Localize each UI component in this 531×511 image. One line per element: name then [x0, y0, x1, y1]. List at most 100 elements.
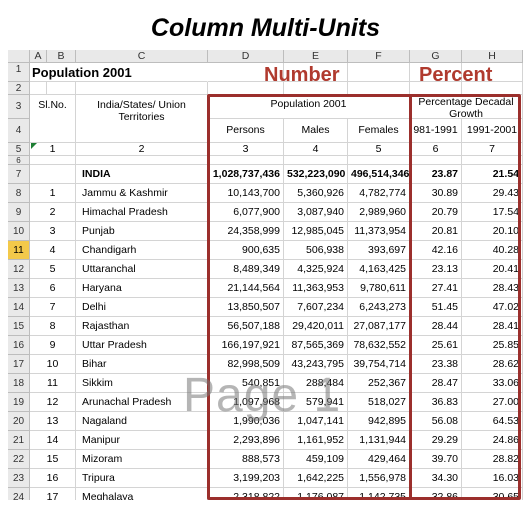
- males-cell[interactable]: 532,223,090: [284, 165, 348, 184]
- growth-1981-1991-cell[interactable]: 28.44: [410, 317, 462, 336]
- males-cell[interactable]: 29,420,011: [284, 317, 348, 336]
- row-header[interactable]: 9: [8, 203, 30, 222]
- slno-cell[interactable]: 7: [30, 298, 76, 317]
- slno-cell[interactable]: 12: [30, 393, 76, 412]
- growth-1991-2001-cell[interactable]: 64.53: [462, 412, 523, 431]
- growth-1981-1991-cell[interactable]: 23.87: [410, 165, 462, 184]
- growth-1991-2001-cell[interactable]: 16.03: [462, 469, 523, 488]
- state-name-cell[interactable]: Bihar: [76, 355, 208, 374]
- cell[interactable]: [462, 156, 523, 165]
- growth-1991-2001-cell[interactable]: 28.41: [462, 317, 523, 336]
- row-header[interactable]: 22: [8, 450, 30, 469]
- state-name-cell[interactable]: Uttaranchal: [76, 260, 208, 279]
- state-name-cell[interactable]: Jammu & Kashmir: [76, 184, 208, 203]
- state-name-cell[interactable]: Nagaland: [76, 412, 208, 431]
- spreadsheet[interactable]: A B C D E F G H 1 Population 2001 2 3 4 …: [8, 50, 523, 500]
- growth-1981-1991-cell[interactable]: 36.83: [410, 393, 462, 412]
- state-name-cell[interactable]: Haryana: [76, 279, 208, 298]
- persons-cell[interactable]: 900,635: [208, 241, 284, 260]
- persons-cell[interactable]: 1,990,036: [208, 412, 284, 431]
- persons-cell[interactable]: 1,028,737,436: [208, 165, 284, 184]
- males-cell[interactable]: 1,161,952: [284, 431, 348, 450]
- females-cell[interactable]: 39,754,714: [348, 355, 410, 374]
- males-cell[interactable]: 11,363,953: [284, 279, 348, 298]
- slno-cell[interactable]: 5: [30, 260, 76, 279]
- females-cell[interactable]: 4,782,774: [348, 184, 410, 203]
- slno-cell[interactable]: 6: [30, 279, 76, 298]
- persons-header[interactable]: Persons: [208, 119, 284, 143]
- females-cell[interactable]: 27,087,177: [348, 317, 410, 336]
- column-header-b[interactable]: B: [47, 50, 76, 63]
- females-cell[interactable]: 1,131,944: [348, 431, 410, 450]
- females-cell[interactable]: 518,027: [348, 393, 410, 412]
- males-cell[interactable]: 1,642,225: [284, 469, 348, 488]
- column-header-g[interactable]: G: [410, 50, 462, 63]
- persons-cell[interactable]: 8,489,349: [208, 260, 284, 279]
- persons-cell[interactable]: 82,998,509: [208, 355, 284, 374]
- state-name-cell[interactable]: Chandigarh: [76, 241, 208, 260]
- persons-cell[interactable]: 166,197,921: [208, 336, 284, 355]
- state-name-cell[interactable]: Sikkim: [76, 374, 208, 393]
- slno-cell[interactable]: 1: [30, 184, 76, 203]
- females-cell[interactable]: 496,514,346: [348, 165, 410, 184]
- growth-1981-1991-cell[interactable]: 42.16: [410, 241, 462, 260]
- persons-cell[interactable]: 888,573: [208, 450, 284, 469]
- persons-cell[interactable]: 21,144,564: [208, 279, 284, 298]
- cell[interactable]: [410, 156, 462, 165]
- males-cell[interactable]: 579,941: [284, 393, 348, 412]
- growth-1981-1991-cell[interactable]: 29.29: [410, 431, 462, 450]
- cell[interactable]: [76, 82, 208, 95]
- males-cell[interactable]: 87,565,369: [284, 336, 348, 355]
- slno-cell[interactable]: 8: [30, 317, 76, 336]
- state-name-cell[interactable]: Rajasthan: [76, 317, 208, 336]
- column-header-e[interactable]: E: [284, 50, 348, 63]
- index-cell[interactable]: 7: [462, 143, 523, 156]
- males-cell[interactable]: 506,938: [284, 241, 348, 260]
- females-cell[interactable]: 429,464: [348, 450, 410, 469]
- select-all-corner[interactable]: [8, 50, 30, 63]
- growth-1991-2001-cell[interactable]: 28.43: [462, 279, 523, 298]
- index-cell[interactable]: 2: [76, 143, 208, 156]
- growth-1981-1991-cell[interactable]: 39.70: [410, 450, 462, 469]
- persons-cell[interactable]: 56,507,188: [208, 317, 284, 336]
- persons-cell[interactable]: 24,358,999: [208, 222, 284, 241]
- growth-1991-2001-cell[interactable]: 29.43: [462, 184, 523, 203]
- growth-1981-1991-cell[interactable]: 28.47: [410, 374, 462, 393]
- growth-1981-1991-cell[interactable]: 20.81: [410, 222, 462, 241]
- state-name-cell[interactable]: Meghalaya: [76, 488, 208, 500]
- males-cell[interactable]: 4,325,924: [284, 260, 348, 279]
- growth-1981-1991-cell[interactable]: 34.30: [410, 469, 462, 488]
- index-cell[interactable]: 6: [410, 143, 462, 156]
- growth-1991-2001-cell[interactable]: 28.82: [462, 450, 523, 469]
- females-cell[interactable]: 11,373,954: [348, 222, 410, 241]
- cell[interactable]: [47, 82, 76, 95]
- index-cell[interactable]: 5: [348, 143, 410, 156]
- cell[interactable]: [30, 82, 47, 95]
- persons-cell[interactable]: 2,293,896: [208, 431, 284, 450]
- growth-1981-1991-cell[interactable]: 20.79: [410, 203, 462, 222]
- growth-1991-2001-cell[interactable]: 47.02: [462, 298, 523, 317]
- males-cell[interactable]: 288,484: [284, 374, 348, 393]
- row-header[interactable]: 6: [8, 156, 30, 165]
- females-cell[interactable]: 2,989,960: [348, 203, 410, 222]
- persons-cell[interactable]: 3,199,203: [208, 469, 284, 488]
- row-header[interactable]: 4: [8, 119, 30, 143]
- growth-1981-1991-cell[interactable]: 30.89: [410, 184, 462, 203]
- sheet-title-cell[interactable]: Population 2001: [30, 63, 208, 82]
- slno-cell[interactable]: 13: [30, 412, 76, 431]
- cell[interactable]: [76, 156, 208, 165]
- cell[interactable]: [284, 156, 348, 165]
- males-cell[interactable]: 12,985,045: [284, 222, 348, 241]
- slno-cell[interactable]: 3: [30, 222, 76, 241]
- slno-cell[interactable]: 16: [30, 469, 76, 488]
- row-header[interactable]: 11: [8, 241, 30, 260]
- row-header[interactable]: 10: [8, 222, 30, 241]
- persons-cell[interactable]: 1,097,968: [208, 393, 284, 412]
- row-header[interactable]: 21: [8, 431, 30, 450]
- persons-cell[interactable]: 6,077,900: [208, 203, 284, 222]
- cell[interactable]: [348, 156, 410, 165]
- row-header[interactable]: 20: [8, 412, 30, 431]
- state-name-cell[interactable]: Himachal Pradesh: [76, 203, 208, 222]
- state-name-cell[interactable]: INDIA: [76, 165, 208, 184]
- growth-1981-1991-cell[interactable]: 25.61: [410, 336, 462, 355]
